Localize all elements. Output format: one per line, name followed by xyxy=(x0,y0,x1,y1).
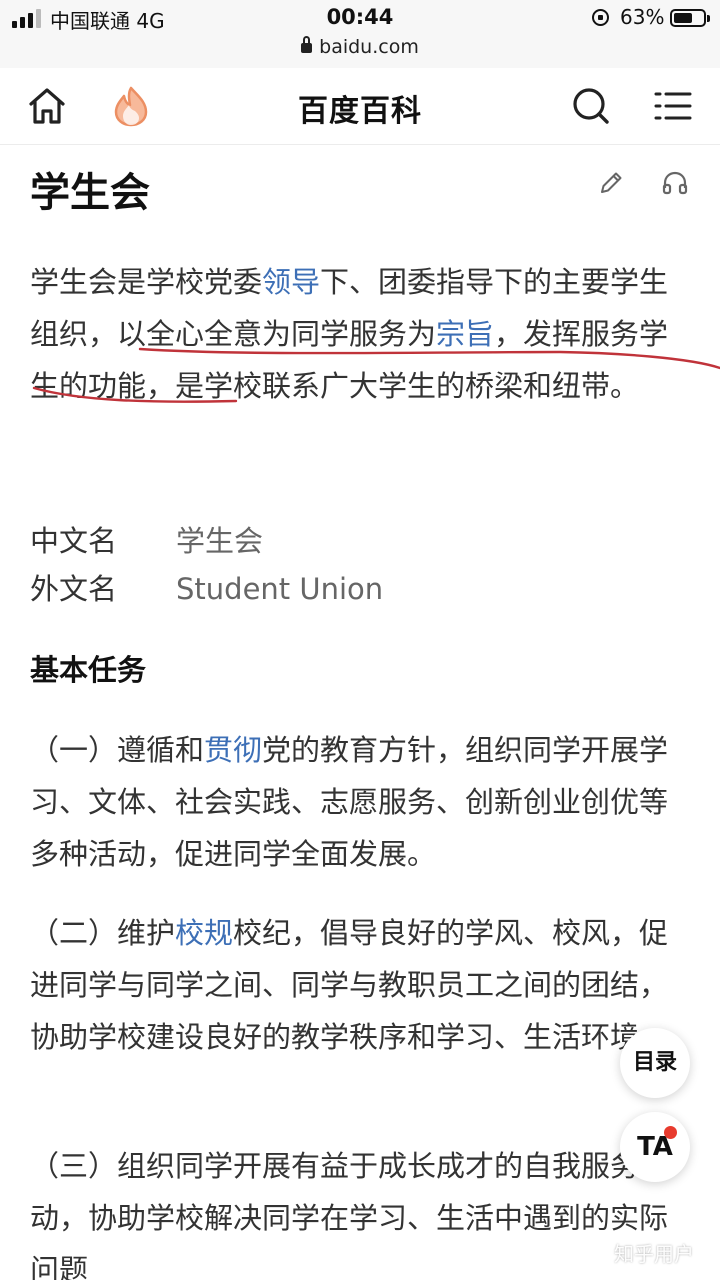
url-text: baidu.com xyxy=(319,36,419,58)
info-row-foreign-name: 外文名 Student Union xyxy=(30,566,383,608)
app-header: 百度百科 xyxy=(0,68,720,145)
task-paragraph-1: （一）遵循和贯彻党的教育方针，组织同学开展学习、文体、社会实践、志愿服务、创新创… xyxy=(30,724,692,880)
wiki-link[interactable]: 领导 xyxy=(262,265,320,299)
notification-dot xyxy=(664,1126,677,1139)
headphones-icon[interactable] xyxy=(660,168,690,198)
section-heading: 基本任务 xyxy=(30,653,147,687)
paragraph-text: （三）组织同学开展有益于成长成才的自我服务活动，协助学校解决同学在学习、生活中遇… xyxy=(30,1149,669,1280)
wiki-link[interactable]: 宗旨 xyxy=(436,317,494,351)
ta-button[interactable]: TA xyxy=(620,1112,690,1182)
task-paragraph-2: （二）维护校规校纪，倡导良好的学风、校风，促进同学与同学之间、同学与教职员工之间… xyxy=(30,907,692,1063)
menu-icon[interactable] xyxy=(650,83,696,129)
battery-percent: 63% xyxy=(620,5,665,29)
status-bar: 中国联通 4G 00:44 baidu.com 63% xyxy=(0,0,720,68)
edit-icon[interactable] xyxy=(596,168,626,198)
paragraph-text: 学生会是学校党委 xyxy=(30,265,263,299)
battery-icon xyxy=(670,9,710,27)
article-title: 学生会 xyxy=(30,170,150,216)
info-key: 外文名 xyxy=(30,572,118,606)
status-time: 00:44 xyxy=(326,5,394,29)
wiki-link[interactable]: 校规 xyxy=(175,916,233,950)
table-of-contents-button[interactable]: 目录 xyxy=(620,1028,690,1098)
watermark: 知乎用户 xyxy=(614,1242,694,1266)
article-summary: 学生会是学校党委领导下、团委指导下的主要学生组织，以全心全意为同学服务为宗旨，发… xyxy=(30,256,692,412)
battery-fill xyxy=(674,13,692,23)
info-key: 中文名 xyxy=(30,524,118,558)
info-row-chinese-name: 中文名 学生会 xyxy=(30,518,263,560)
info-value: Student Union xyxy=(176,572,384,606)
lock-icon xyxy=(301,36,313,53)
search-icon[interactable] xyxy=(568,83,614,129)
paragraph-text: （一）遵循和 xyxy=(30,733,205,767)
wiki-link[interactable]: 贯彻 xyxy=(204,733,262,767)
url-bar[interactable]: baidu.com xyxy=(0,36,720,58)
task-paragraph-3: （三）组织同学开展有益于成长成才的自我服务活动，协助学校解决同学在学习、生活中遇… xyxy=(30,1140,692,1280)
rotation-lock-icon xyxy=(592,9,609,26)
paragraph-text: （二）维护 xyxy=(30,916,176,950)
info-value: 学生会 xyxy=(176,524,264,558)
